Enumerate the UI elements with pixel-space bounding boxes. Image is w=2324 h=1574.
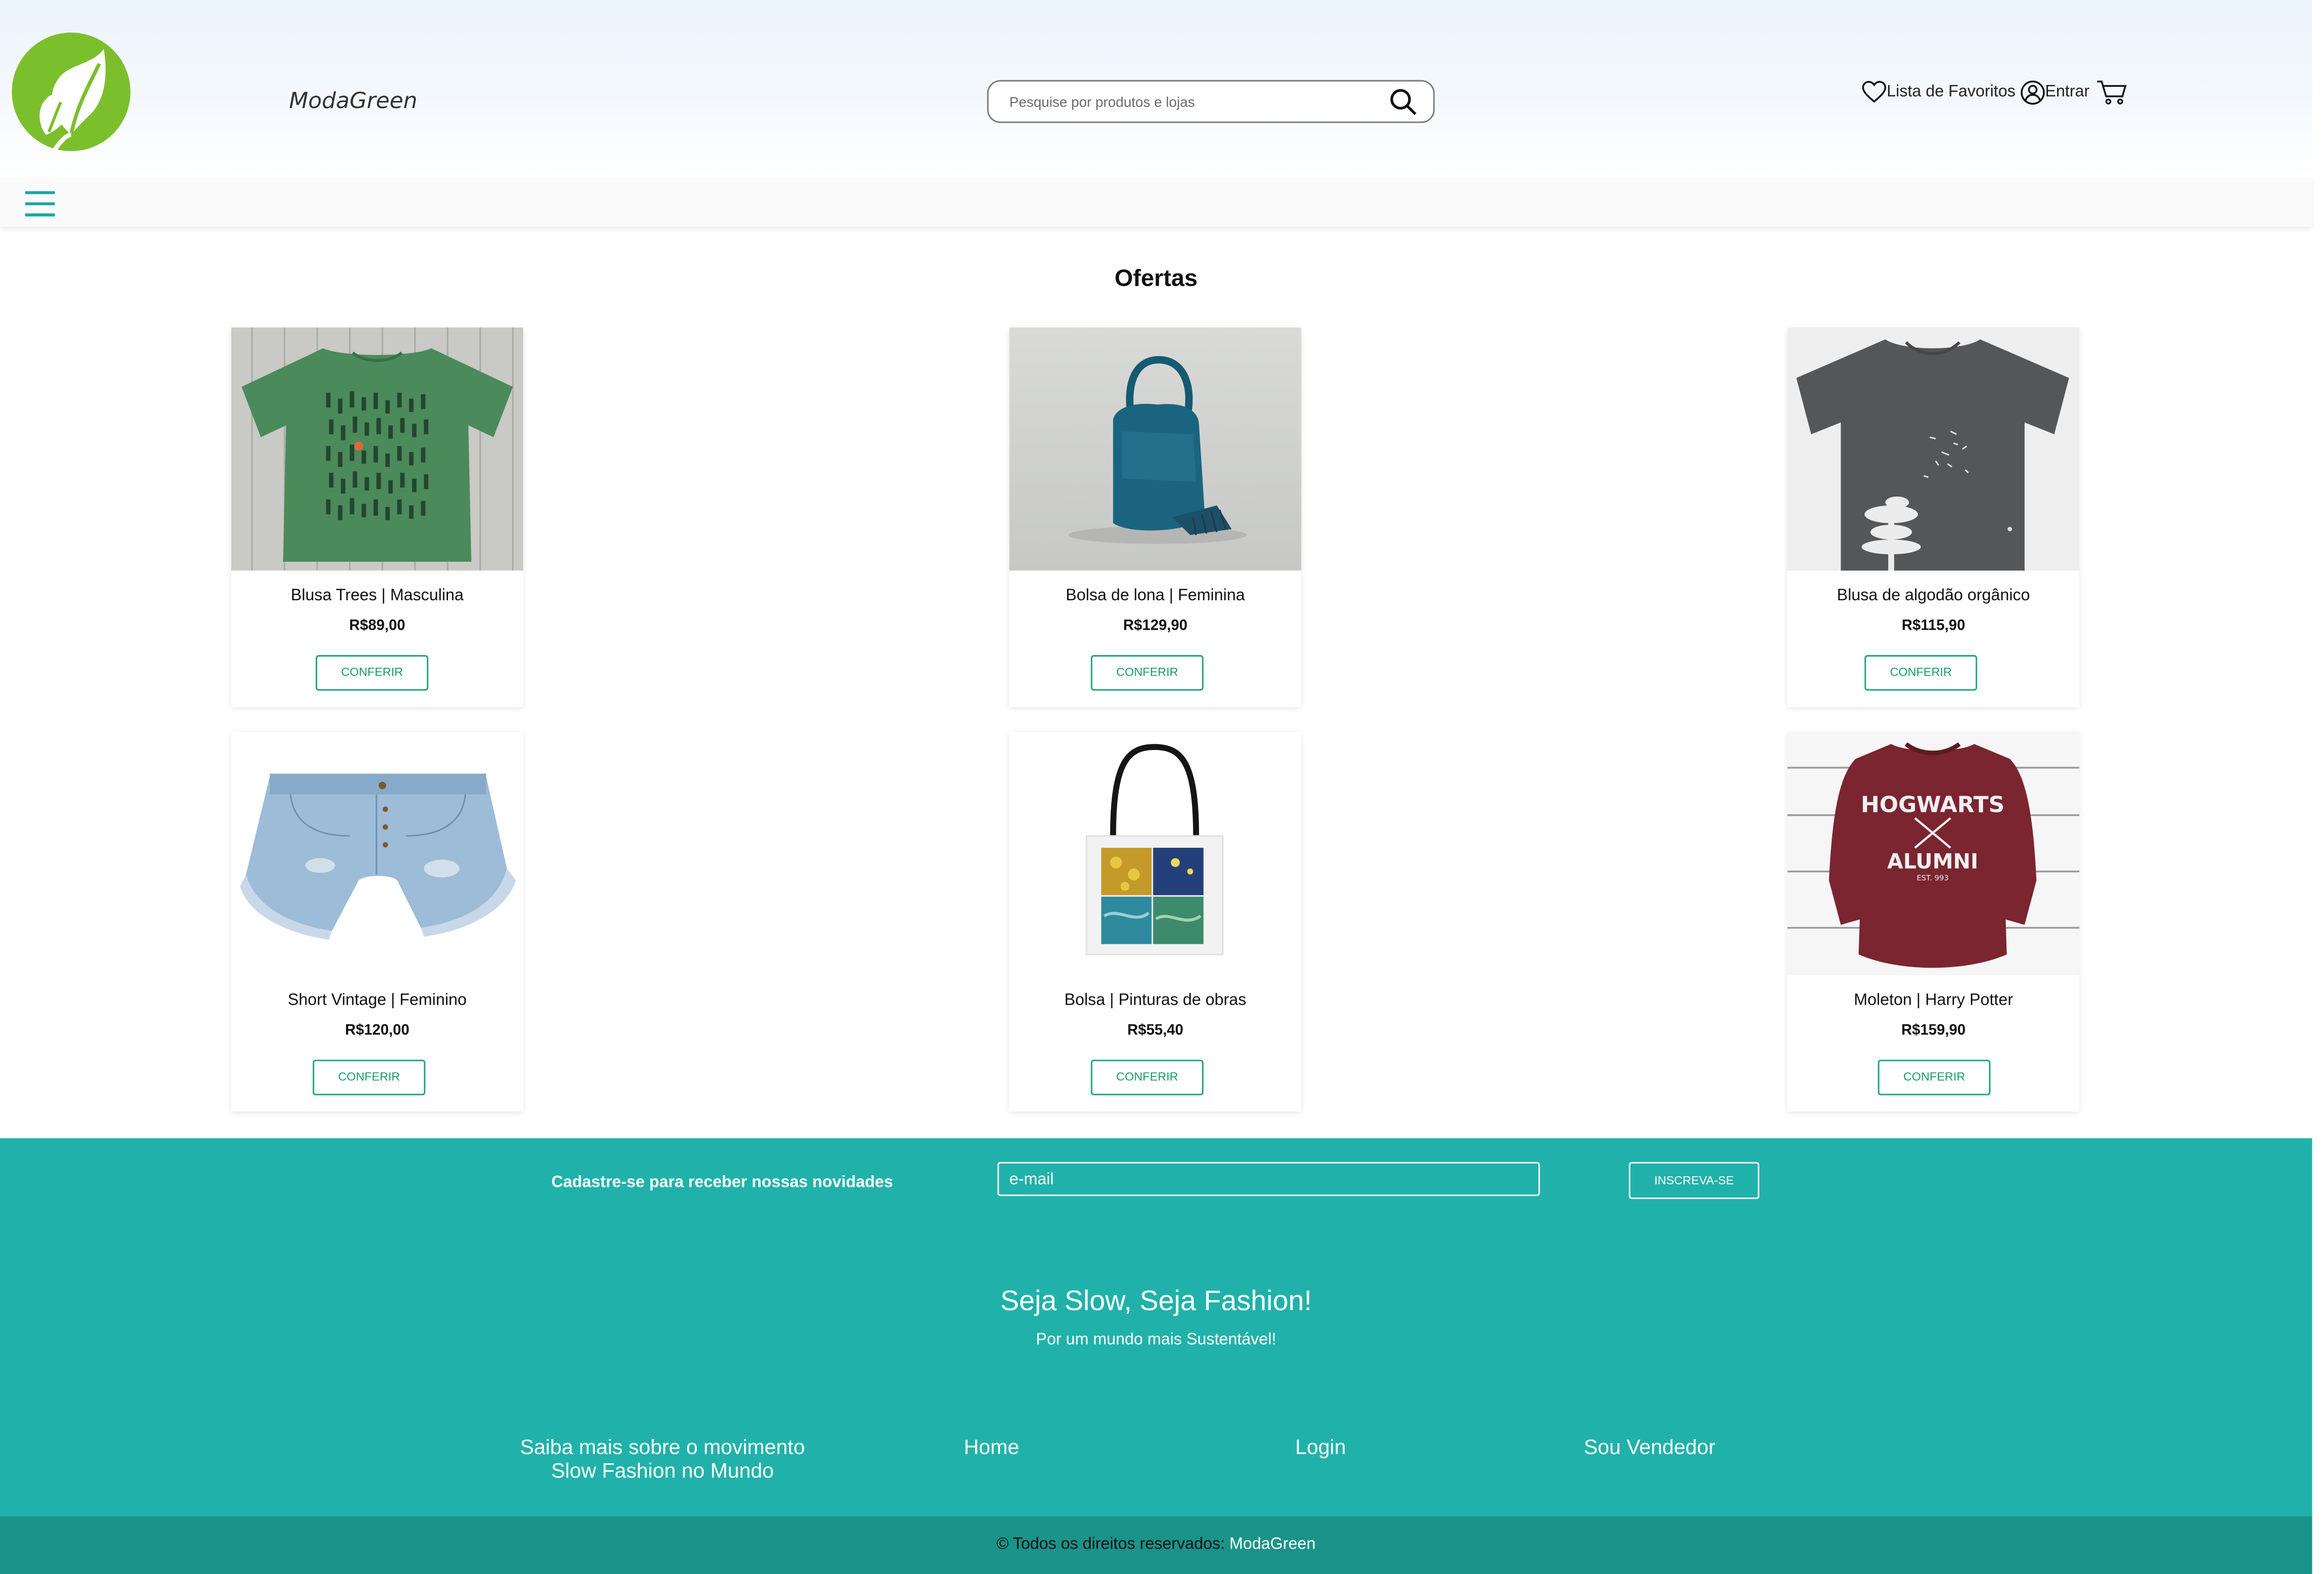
footer-link-seller[interactable]: Sou Vendedor [1568,1434,1731,1458]
product-image-green-tshirt[interactable] [231,327,524,571]
product-card[interactable]: Blusa Trees | Masculina R$89,00 CONFERIR [231,327,524,707]
product-card[interactable]: Bolsa de lona | Feminina R$129,90 CONFER… [1009,327,1302,707]
conferir-button[interactable]: CONFERIR [313,1059,426,1096]
newsletter-label: Cadastre-se para receber nossas novidade… [551,1174,893,1192]
conferir-button[interactable]: CONFERIR [1864,655,1977,691]
copyright-brand-link[interactable]: ModaGreen [1229,1535,1316,1553]
leaf-logo-icon[interactable] [10,31,132,153]
footer-link-slow-fashion-line1: Saiba mais sobre o movimento [520,1434,805,1459]
login-link[interactable]: Entrar [2020,79,2090,105]
footer-link-home[interactable]: Home [934,1434,1049,1458]
product-image-gray-tshirt[interactable] [1787,327,2080,571]
product-name: Short Vintage | Feminino [288,991,467,1010]
product-name: Blusa Trees | Masculina [291,587,464,605]
product-card[interactable]: Short Vintage | Feminino R$120,00 CONFER… [231,732,524,1112]
product-card[interactable]: Bolsa | Pinturas de obras R$55,40 CONFER… [1009,732,1302,1112]
product-image-blue-bag[interactable] [1009,327,1302,571]
footer-link-login[interactable]: Login [1263,1434,1379,1458]
brand-name: ModaGreen [289,87,418,114]
section-title: Ofertas [1114,266,1198,292]
favorites-link[interactable]: Lista de Favoritos [1862,80,2015,104]
sweatshirt-print-3: EST. 993 [1917,874,1949,882]
user-icon [2020,80,2045,104]
search-bar [987,80,1435,123]
sweatshirt-print-1: HOGWARTS [1861,792,2004,818]
copyright-bar: © Todos os direitos reservados: ModaGree… [0,1516,2312,1574]
product-price: R$159,90 [1901,1022,1966,1039]
cart-icon[interactable] [2096,79,2128,106]
footer-link-slow-fashion[interactable]: Saiba mais sobre o movimento Slow Fashio… [504,1434,821,1482]
product-price: R$55,40 [1127,1022,1184,1039]
product-image-denim-shorts[interactable] [231,732,524,975]
heart-icon [1862,81,1887,103]
header: ModaGreen Lista de Favoritos [0,0,2312,178]
product-price: R$120,00 [345,1022,409,1039]
search-icon[interactable] [1389,87,1418,117]
conferir-button[interactable]: CONFERIR [1090,1059,1204,1096]
slogan: Seja Slow, Seja Fashion! [1000,1286,1312,1318]
subslogan: Por um mundo mais Sustentável! [1036,1330,1276,1349]
product-price: R$89,00 [349,618,405,635]
product-name: Bolsa de lona | Feminina [1066,587,1245,605]
hamburger-menu-icon[interactable] [24,190,56,218]
product-card[interactable]: Blusa de algodão orgânico R$115,90 CONFE… [1787,327,2080,707]
email-field[interactable] [997,1161,1540,1196]
conferir-button[interactable]: CONFERIR [1877,1059,1991,1096]
conferir-button[interactable]: CONFERIR [1090,655,1204,691]
favorites-label: Lista de Favoritos [1887,83,2015,101]
product-card[interactable]: HOGWARTS ALUMNI EST. 993 Moleton | Harry… [1787,732,2080,1112]
top-links: Lista de Favoritos Entrar [1862,77,2128,107]
product-price: R$129,90 [1123,618,1188,635]
footer-link-slow-fashion-line2: Slow Fashion no Mundo [551,1458,774,1482]
login-label: Entrar [2045,83,2090,101]
conferir-button[interactable]: CONFERIR [316,655,429,691]
product-image-tote-bag[interactable] [1009,732,1302,975]
copyright-text: © Todos os direitos reservados: [997,1535,1229,1554]
nav-bar [0,178,2312,227]
subscribe-button[interactable]: INSCREVA-SE [1629,1161,1760,1200]
product-image-maroon-sweatshirt[interactable]: HOGWARTS ALUMNI EST. 993 [1787,732,2080,975]
sweatshirt-print-2: ALUMNI [1887,849,1978,874]
footer: Cadastre-se para receber nossas novidade… [0,1138,2312,1517]
product-name: Bolsa | Pinturas de obras [1064,991,1247,1010]
search-input[interactable] [1006,89,1368,117]
product-name: Moleton | Harry Potter [1854,991,2013,1010]
product-name: Blusa de algodão orgânico [1837,587,2030,605]
product-price: R$115,90 [1901,618,1965,635]
